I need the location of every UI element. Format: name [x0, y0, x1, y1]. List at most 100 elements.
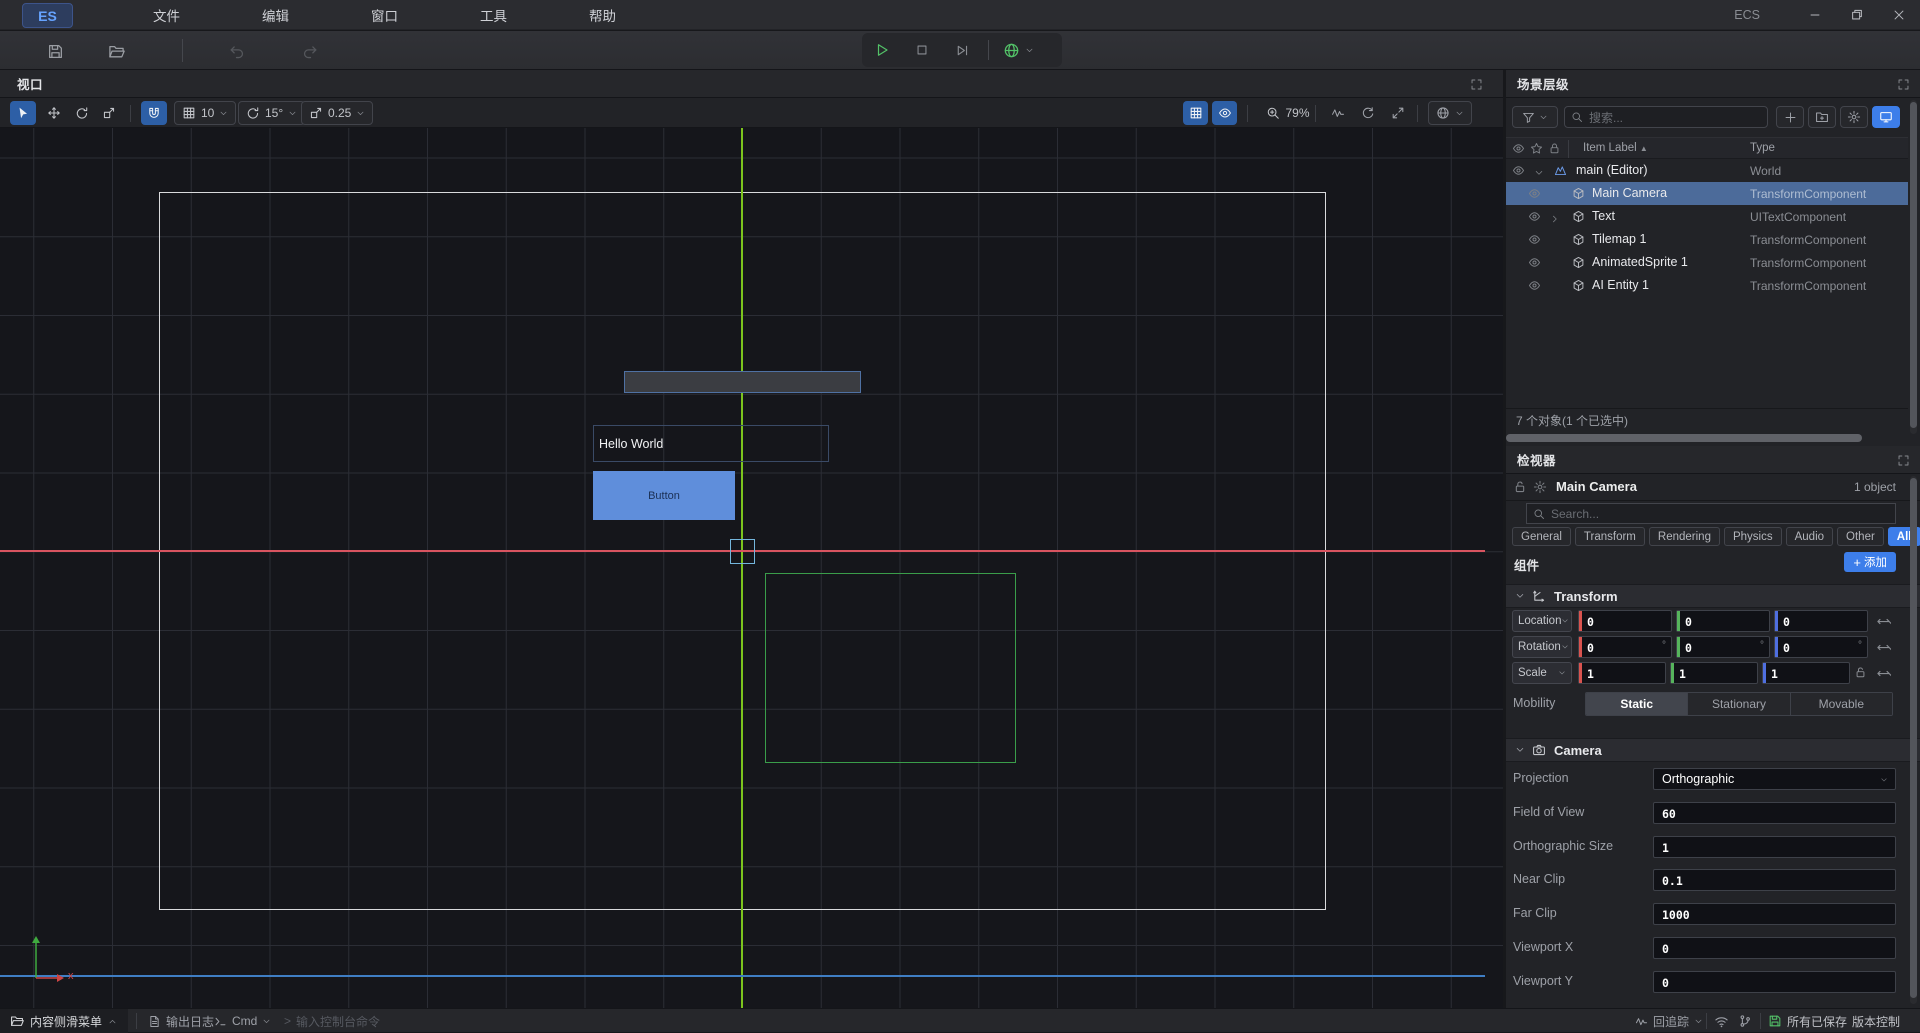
visibility-eye-icon[interactable]	[1512, 164, 1525, 177]
camera-section-header[interactable]: Camera	[1506, 738, 1920, 762]
hierarchy-row-main-editor-[interactable]: main (Editor)World	[1506, 159, 1908, 182]
visibility-eye-icon[interactable]	[1528, 233, 1541, 246]
scale-z-input[interactable]: 1	[1762, 662, 1850, 684]
expand-panel-icon[interactable]	[1470, 78, 1483, 91]
eye-column-icon[interactable]	[1512, 142, 1525, 155]
near-clip-input[interactable]: 0.1	[1653, 869, 1896, 891]
orthographic-size-input[interactable]: 1	[1653, 836, 1896, 858]
save-button[interactable]	[47, 43, 64, 60]
hierarchy-settings-button[interactable]	[1840, 106, 1868, 128]
mobility-option-static[interactable]: Static	[1586, 693, 1688, 715]
version-control-button[interactable]: 版本控制	[1852, 1009, 1900, 1033]
snap-toggle-button[interactable]	[141, 101, 167, 125]
hierarchy-horizontal-scrollbar[interactable]	[1506, 434, 1862, 442]
tab-rendering[interactable]: Rendering	[1649, 527, 1720, 546]
star-column-icon[interactable]	[1530, 142, 1543, 155]
mobility-option-stationary[interactable]: Stationary	[1688, 693, 1790, 715]
close-button[interactable]	[1878, 0, 1920, 30]
cmd-dropdown[interactable]: Cmd	[214, 1009, 271, 1033]
hierarchy-row-ai-entity-1[interactable]: AI Entity 1TransformComponent	[1506, 274, 1908, 297]
location-x-input[interactable]: 0	[1578, 610, 1672, 632]
visibility-eye-icon[interactable]	[1528, 279, 1541, 292]
link-axes-icon[interactable]	[1876, 666, 1891, 681]
reset-view-button[interactable]	[1356, 101, 1380, 125]
redo-button[interactable]	[302, 43, 319, 60]
field-of-view-input[interactable]: 60	[1653, 802, 1896, 824]
visibility-options-button[interactable]	[1212, 101, 1237, 125]
tab-audio[interactable]: Audio	[1786, 527, 1833, 546]
tab-physics[interactable]: Physics	[1724, 527, 1782, 546]
open-project-button[interactable]	[108, 43, 125, 60]
add-folder-button[interactable]	[1808, 106, 1836, 128]
rotation-z-input[interactable]: 0°	[1774, 636, 1868, 658]
ui-text-widget[interactable]: Hello World	[593, 425, 829, 462]
lock-open-icon[interactable]	[1513, 480, 1527, 494]
scale-dropdown[interactable]: Scale	[1512, 662, 1572, 684]
world-dropdown[interactable]	[1428, 101, 1472, 125]
scale-lock-icon[interactable]	[1854, 666, 1867, 679]
menu-item-1[interactable]: 编辑	[221, 0, 330, 30]
rotation-y-input[interactable]: 0°	[1676, 636, 1770, 658]
expander-chevron-icon[interactable]	[1534, 166, 1544, 176]
projection-input[interactable]: Orthographic	[1653, 768, 1896, 790]
expand-panel-icon[interactable]	[1897, 78, 1910, 91]
network-status-button[interactable]	[1714, 1009, 1729, 1033]
rotation-dropdown[interactable]: Rotation	[1512, 636, 1572, 658]
expand-panel-icon[interactable]	[1897, 454, 1910, 467]
ui-slider-widget[interactable]	[624, 371, 861, 393]
ui-button-widget[interactable]: Button	[593, 471, 735, 520]
hierarchy-search-input[interactable]: 搜索...	[1564, 106, 1768, 128]
grid-visibility-button[interactable]	[1183, 101, 1208, 125]
move-tool-button[interactable]	[42, 101, 66, 125]
viewport-link-button[interactable]	[1872, 106, 1900, 128]
location-y-input[interactable]: 0	[1676, 610, 1770, 632]
hierarchy-row-text[interactable]: TextUITextComponent	[1506, 205, 1908, 228]
grid-snap-dropdown[interactable]: 10	[174, 101, 236, 125]
menu-item-3[interactable]: 工具	[439, 0, 548, 30]
select-tool-button[interactable]	[10, 101, 36, 125]
far-clip-input[interactable]: 1000	[1653, 903, 1896, 925]
console-command-input[interactable]: > 输入控制台命令	[284, 1009, 380, 1033]
stats-button[interactable]	[1326, 101, 1350, 125]
lock-column-icon[interactable]	[1548, 142, 1561, 155]
menu-item-2[interactable]: 窗口	[330, 0, 439, 30]
hierarchy-row-animatedsprite-1[interactable]: AnimatedSprite 1TransformComponent	[1506, 251, 1908, 274]
inspector-search-input[interactable]: Search...	[1526, 503, 1896, 524]
branch-button[interactable]	[1738, 1009, 1752, 1033]
tab-other[interactable]: Other	[1837, 527, 1884, 546]
scale-y-input[interactable]: 1	[1670, 662, 1758, 684]
scene-canvas[interactable]: Hello World Button x	[0, 128, 1503, 1008]
tilemap-bounds-rect[interactable]	[765, 573, 1016, 763]
visibility-eye-icon[interactable]	[1528, 187, 1541, 200]
scale-tool-button[interactable]	[97, 101, 121, 125]
tab-transform[interactable]: Transform	[1575, 527, 1645, 546]
stop-button[interactable]	[902, 43, 942, 57]
rotate-snap-dropdown[interactable]: 15°	[238, 101, 305, 125]
gear-icon[interactable]	[1533, 480, 1547, 494]
minimize-button[interactable]	[1794, 0, 1836, 30]
menu-item-4[interactable]: 帮助	[548, 0, 657, 30]
scale-snap-dropdown[interactable]: 0.25	[301, 101, 373, 125]
filter-button[interactable]	[1512, 106, 1558, 128]
location-dropdown[interactable]: Location	[1512, 610, 1572, 632]
viewport-x-input[interactable]: 0	[1653, 937, 1896, 959]
menu-item-0[interactable]: 文件	[112, 0, 221, 30]
zoom-level-button[interactable]: 79%	[1258, 101, 1318, 125]
hierarchy-vertical-scrollbar[interactable]	[1910, 100, 1917, 434]
hierarchy-row-tilemap-1[interactable]: Tilemap 1TransformComponent	[1506, 228, 1908, 251]
visibility-eye-icon[interactable]	[1528, 256, 1541, 269]
undo-button[interactable]	[228, 43, 245, 60]
save-status-button[interactable]: 所有已保存	[1768, 1009, 1847, 1033]
visibility-eye-icon[interactable]	[1528, 210, 1541, 223]
mobility-option-movable[interactable]: Movable	[1791, 693, 1892, 715]
viewport-y-input[interactable]: 0	[1653, 971, 1896, 993]
play-button[interactable]	[862, 42, 902, 58]
expander-chevron-icon[interactable]	[1550, 212, 1560, 222]
location-z-input[interactable]: 0	[1774, 610, 1868, 632]
run-target-dropdown[interactable]	[995, 42, 1041, 59]
hierarchy-row-main-camera[interactable]: Main CameraTransformComponent	[1506, 182, 1908, 205]
tab-general[interactable]: General	[1512, 527, 1571, 546]
add-component-button[interactable]: +添加	[1844, 552, 1896, 572]
trace-dropdown[interactable]: 回追踪	[1635, 1009, 1703, 1033]
scale-x-input[interactable]: 1	[1578, 662, 1666, 684]
